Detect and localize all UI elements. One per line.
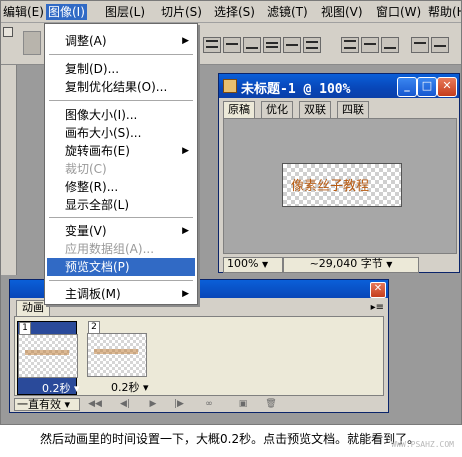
document-icon bbox=[223, 79, 237, 93]
tab-2up[interactable]: 双联 bbox=[299, 101, 331, 119]
app-window: 编辑(E) 图像(I) 图层(L) 切片(S) 选择(S) 滤镜(T) 视图(V… bbox=[0, 0, 462, 425]
minimize-button[interactable]: _ bbox=[397, 77, 417, 97]
tab-original[interactable]: 原稿 bbox=[223, 101, 255, 119]
animation-controls: 一直有效 ▾ ◀◀ ◀| ▶ |▶ ∞ ▣ 🗑 bbox=[14, 398, 384, 412]
distribute-vcenter-icon[interactable] bbox=[361, 37, 379, 53]
align-vcenter-icon[interactable] bbox=[223, 37, 241, 53]
document-canvas-area: 像素丝子教程 bbox=[223, 118, 457, 254]
menu-window[interactable]: 窗口(W) bbox=[374, 4, 423, 20]
distribute-bottom-icon[interactable] bbox=[381, 37, 399, 53]
tools-panel bbox=[1, 65, 17, 275]
menu-select[interactable]: 选择(S) bbox=[212, 4, 257, 20]
file-size: ~29,040 字节 bbox=[309, 257, 383, 270]
image-menu-dropdown: 调整(A) ▶ 复制(D)... 复制优化结果(O)... 图像大小(I)... … bbox=[44, 23, 198, 305]
menu-separator bbox=[49, 100, 193, 101]
document-title: 未标题-1 @ 100% bbox=[241, 82, 351, 97]
menu-separator bbox=[49, 54, 193, 55]
menu-separator bbox=[49, 217, 193, 218]
zoom-select[interactable]: 100% ▼ bbox=[223, 257, 283, 273]
loop-select[interactable]: 一直有效 ▾ bbox=[14, 398, 80, 411]
menu-view[interactable]: 视图(V) bbox=[319, 4, 365, 20]
maximize-button[interactable]: □ bbox=[417, 77, 437, 97]
menu-item-preview-document[interactable]: 预览文档(P) bbox=[47, 258, 195, 276]
animation-frame[interactable]: 1 0.2秒 ▾ bbox=[17, 321, 80, 396]
tween-icon[interactable]: ∞ bbox=[202, 399, 216, 410]
distribute-left-icon[interactable] bbox=[411, 37, 429, 53]
panel-menu-icon[interactable]: ▸≡ bbox=[371, 302, 384, 313]
menu-item-image-size[interactable]: 图像大小(I)... bbox=[47, 106, 195, 124]
close-icon: ✕ bbox=[442, 79, 452, 92]
document-tabs: 原稿 优化 双联 四联 bbox=[223, 101, 457, 119]
chevron-down-icon: ▼ bbox=[261, 260, 269, 269]
frame-delay[interactable]: 0.2秒 ▾ bbox=[111, 379, 149, 395]
menu-image[interactable]: 图像(I) bbox=[46, 4, 87, 20]
align-hcenter-icon[interactable] bbox=[283, 37, 301, 53]
tab-4up[interactable]: 四联 bbox=[337, 101, 369, 119]
maximize-icon: □ bbox=[421, 79, 433, 92]
document-image[interactable]: 像素丝子教程 bbox=[282, 163, 402, 207]
submenu-arrow-icon: ▶ bbox=[182, 146, 189, 156]
menu-filter[interactable]: 滤镜(T) bbox=[265, 4, 310, 20]
delete-frame-icon[interactable]: 🗑 bbox=[264, 399, 278, 410]
previous-frame-icon[interactable]: ◀| bbox=[118, 399, 132, 410]
align-left-icon[interactable] bbox=[263, 37, 281, 53]
distribute-hcenter-icon[interactable] bbox=[431, 37, 449, 53]
document-status-bar: 100% ▼ ~29,040 字节 ▼ bbox=[223, 256, 457, 273]
align-right-icon[interactable] bbox=[303, 37, 321, 53]
align-top-icon[interactable] bbox=[203, 37, 221, 53]
menu-separator bbox=[49, 280, 193, 281]
first-frame-icon[interactable]: ◀◀ bbox=[88, 399, 102, 410]
minimize-icon: _ bbox=[404, 79, 410, 92]
close-button[interactable]: ✕ bbox=[437, 77, 457, 97]
menu-edit[interactable]: 编辑(E) bbox=[1, 4, 46, 20]
move-tool-icon[interactable] bbox=[3, 27, 13, 37]
chevron-down-icon: ▼ bbox=[386, 260, 393, 269]
menu-item-duplicate[interactable]: 复制(D)... bbox=[47, 60, 195, 78]
animation-frames: 1 0.2秒 ▾ 2 0.2秒 ▾ bbox=[14, 316, 384, 396]
watermark-text: WWW.PSAHZ.COM bbox=[391, 440, 454, 449]
loop-value: 一直有效 bbox=[17, 398, 61, 411]
document-title-bar[interactable]: 未标题-1 @ 100% _ □ ✕ bbox=[219, 74, 459, 98]
menu-item-canvas-size[interactable]: 画布大小(S)... bbox=[47, 124, 195, 142]
tab-optimized[interactable]: 优化 bbox=[261, 101, 293, 119]
zoom-value: 100% bbox=[227, 257, 259, 270]
menu-layer[interactable]: 图层(L) bbox=[103, 4, 147, 20]
play-icon[interactable]: ▶ bbox=[146, 399, 160, 410]
distribute-top-icon[interactable] bbox=[341, 37, 359, 53]
tool-preset-icon[interactable] bbox=[23, 31, 41, 55]
submenu-arrow-icon: ▶ bbox=[182, 289, 189, 299]
menu-item-apply-data-set: 应用数据组(A)... bbox=[65, 242, 155, 256]
menu-item-trim[interactable]: 修整(R)... bbox=[47, 178, 195, 196]
menu-item-duplicate-optimized[interactable]: 复制优化结果(O)... bbox=[47, 78, 195, 96]
align-bottom-icon[interactable] bbox=[243, 37, 261, 53]
image-text: 像素丝子教程 bbox=[291, 179, 370, 194]
frame-thumbnail bbox=[18, 334, 78, 378]
submenu-arrow-icon: ▶ bbox=[182, 36, 189, 46]
menu-bar: 编辑(E) 图像(I) 图层(L) 切片(S) 选择(S) 滤镜(T) 视图(V… bbox=[1, 1, 461, 23]
file-size-box[interactable]: ~29,040 字节 ▼ bbox=[283, 257, 419, 273]
submenu-arrow-icon: ▶ bbox=[182, 226, 189, 236]
close-button[interactable]: ✕ bbox=[370, 282, 386, 298]
document-window: 未标题-1 @ 100% _ □ ✕ 原稿 优化 双联 四联 像素丝子教程 10… bbox=[218, 73, 460, 273]
next-frame-icon[interactable]: |▶ bbox=[172, 399, 186, 410]
new-frame-icon[interactable]: ▣ bbox=[236, 399, 250, 410]
menu-item-crop: 裁切(C) bbox=[65, 162, 107, 176]
menu-item-variables[interactable]: 变量(V) ▶ bbox=[47, 222, 195, 240]
menu-help[interactable]: 帮助(H) bbox=[426, 4, 461, 20]
menu-slice[interactable]: 切片(S) bbox=[159, 4, 204, 20]
animation-frame[interactable]: 2 0.2秒 ▾ bbox=[87, 321, 149, 394]
menu-item-adjust[interactable]: 调整(A) ▶ bbox=[47, 32, 195, 50]
frame-delay[interactable]: 0.2秒 ▾ bbox=[42, 380, 80, 396]
menu-item-rotate-canvas[interactable]: 旋转画布(E) ▶ bbox=[47, 142, 195, 160]
close-icon: ✕ bbox=[373, 283, 383, 294]
menu-item-master-palette[interactable]: 主调板(M) ▶ bbox=[47, 285, 195, 303]
frame-thumbnail bbox=[87, 333, 147, 377]
menu-item-reveal-all[interactable]: 显示全部(L) bbox=[47, 196, 195, 214]
